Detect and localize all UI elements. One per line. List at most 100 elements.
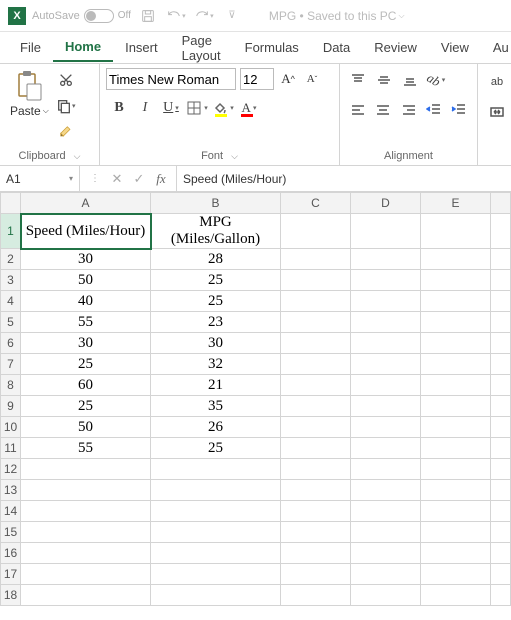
col-header-E[interactable]: E	[421, 193, 491, 214]
cell-D5[interactable]	[351, 312, 421, 333]
cell-E18[interactable]	[421, 585, 491, 606]
cell-overflow[interactable]	[491, 501, 511, 522]
cut-button[interactable]	[55, 70, 77, 90]
cell-D2[interactable]	[351, 249, 421, 270]
cell-overflow[interactable]	[491, 214, 511, 249]
row-header-4[interactable]: 4	[1, 291, 21, 312]
row-header-3[interactable]: 3	[1, 270, 21, 291]
cell-overflow[interactable]	[491, 480, 511, 501]
cell-E1[interactable]	[421, 214, 491, 249]
cell-C11[interactable]	[281, 438, 351, 459]
cell-E12[interactable]	[421, 459, 491, 480]
cell-D15[interactable]	[351, 522, 421, 543]
cell-overflow[interactable]	[491, 375, 511, 396]
font-size-select[interactable]	[240, 68, 274, 90]
row-header-9[interactable]: 9	[1, 396, 21, 417]
fill-color-button[interactable]: ▾	[210, 96, 236, 120]
italic-button[interactable]: I	[132, 96, 158, 120]
cell-A16[interactable]	[21, 543, 151, 564]
cell-D16[interactable]	[351, 543, 421, 564]
cell-overflow[interactable]	[491, 438, 511, 459]
decrease-font-size-button[interactable]: Aˇ	[302, 68, 322, 90]
row-header-8[interactable]: 8	[1, 375, 21, 396]
row-header-1[interactable]: 1	[1, 214, 21, 249]
row-header-6[interactable]: 6	[1, 333, 21, 354]
cell-B9[interactable]: 35	[151, 396, 281, 417]
cell-overflow[interactable]	[491, 333, 511, 354]
cell-D9[interactable]	[351, 396, 421, 417]
row-header-10[interactable]: 10	[1, 417, 21, 438]
row-header-16[interactable]: 16	[1, 543, 21, 564]
cell-overflow[interactable]	[491, 354, 511, 375]
cell-D17[interactable]	[351, 564, 421, 585]
cell-D6[interactable]	[351, 333, 421, 354]
cell-A1[interactable]: Speed (Miles/Hour)	[21, 214, 151, 249]
cell-D1[interactable]	[351, 214, 421, 249]
tab-view[interactable]: View	[429, 34, 481, 61]
cell-E6[interactable]	[421, 333, 491, 354]
cell-C16[interactable]	[281, 543, 351, 564]
tab-insert[interactable]: Insert	[113, 34, 170, 61]
row-header-15[interactable]: 15	[1, 522, 21, 543]
cell-C5[interactable]	[281, 312, 351, 333]
row-header-13[interactable]: 13	[1, 480, 21, 501]
cell-E8[interactable]	[421, 375, 491, 396]
spreadsheet-grid[interactable]: ABCDE1Speed (Miles/Hour)MPG (Miles/Gallo…	[0, 192, 511, 606]
font-color-button[interactable]: A▾	[236, 96, 262, 120]
increase-font-size-button[interactable]: A^	[278, 68, 298, 90]
underline-button[interactable]: U▾	[158, 96, 184, 120]
cancel-formula-button[interactable]: ✕	[106, 169, 128, 189]
row-header-7[interactable]: 7	[1, 354, 21, 375]
cell-B12[interactable]	[151, 459, 281, 480]
row-header-5[interactable]: 5	[1, 312, 21, 333]
align-center-button[interactable]	[371, 98, 394, 122]
cell-B7[interactable]: 32	[151, 354, 281, 375]
cell-A7[interactable]: 25	[21, 354, 151, 375]
tab-data[interactable]: Data	[311, 34, 362, 61]
toggle-off-icon[interactable]	[84, 9, 114, 23]
copy-button[interactable]: ▾	[55, 96, 77, 116]
cell-A10[interactable]: 50	[21, 417, 151, 438]
cell-overflow[interactable]	[491, 312, 511, 333]
cell-E4[interactable]	[421, 291, 491, 312]
select-all-corner[interactable]	[1, 193, 21, 214]
cell-D18[interactable]	[351, 585, 421, 606]
quick-access-dropdown-icon[interactable]: ⊽	[221, 5, 243, 27]
undo-icon[interactable]: ▾	[165, 5, 187, 27]
cell-B11[interactable]: 25	[151, 438, 281, 459]
align-middle-button[interactable]	[372, 68, 396, 92]
cell-E11[interactable]	[421, 438, 491, 459]
cell-C14[interactable]	[281, 501, 351, 522]
fx-icon[interactable]: fx	[150, 169, 172, 189]
tab-au[interactable]: Au	[481, 34, 511, 61]
cell-A15[interactable]	[21, 522, 151, 543]
cell-D12[interactable]	[351, 459, 421, 480]
cell-B15[interactable]	[151, 522, 281, 543]
cell-D4[interactable]	[351, 291, 421, 312]
cell-C18[interactable]	[281, 585, 351, 606]
cell-A6[interactable]: 30	[21, 333, 151, 354]
cell-C3[interactable]	[281, 270, 351, 291]
cell-D8[interactable]	[351, 375, 421, 396]
cell-B4[interactable]: 25	[151, 291, 281, 312]
cell-A13[interactable]	[21, 480, 151, 501]
cell-A2[interactable]: 30	[21, 249, 151, 270]
cell-overflow[interactable]	[491, 522, 511, 543]
format-painter-button[interactable]	[55, 122, 77, 142]
tab-review[interactable]: Review	[362, 34, 429, 61]
cell-A8[interactable]: 60	[21, 375, 151, 396]
cell-B3[interactable]: 25	[151, 270, 281, 291]
tab-page-layout[interactable]: Page Layout	[170, 27, 233, 69]
cell-B2[interactable]: 28	[151, 249, 281, 270]
cell-D3[interactable]	[351, 270, 421, 291]
cell-E16[interactable]	[421, 543, 491, 564]
cell-overflow[interactable]	[491, 270, 511, 291]
cell-D11[interactable]	[351, 438, 421, 459]
decrease-indent-button[interactable]	[422, 98, 445, 122]
col-header-C[interactable]: C	[281, 193, 351, 214]
merge-center-button[interactable]	[484, 100, 510, 124]
increase-indent-button[interactable]	[448, 98, 471, 122]
dialog-launcher-icon[interactable]: ⌵	[231, 151, 238, 161]
dialog-launcher-icon[interactable]: ⌵	[74, 151, 81, 161]
cell-C12[interactable]	[281, 459, 351, 480]
